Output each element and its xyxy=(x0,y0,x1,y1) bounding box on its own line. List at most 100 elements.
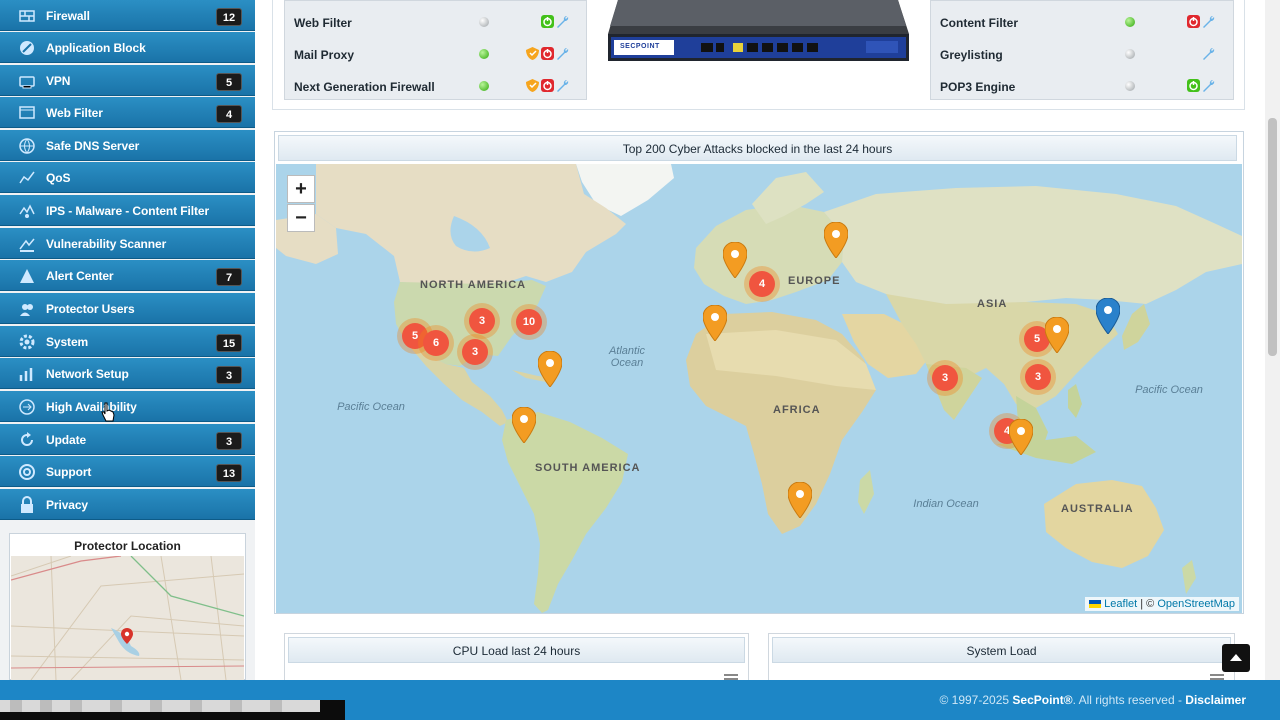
service-row: Web Filter xyxy=(285,4,586,36)
zoom-out-button[interactable]: − xyxy=(287,204,315,232)
device-brand-label: SECPOINT xyxy=(620,43,660,50)
power-off-icon[interactable] xyxy=(541,79,554,92)
sidebar-item-label: Alert Center xyxy=(46,269,114,283)
count-badge: 13 xyxy=(216,464,242,482)
power-on-icon[interactable] xyxy=(1187,79,1200,92)
service-name: Mail Proxy xyxy=(294,48,355,62)
attack-cluster[interactable]: 4 xyxy=(744,266,780,302)
sidebar-item-safe-dns-server[interactable]: Safe DNS Server xyxy=(0,130,255,161)
sidebar-item-application-block[interactable]: Application Block xyxy=(0,32,255,63)
power-off-icon[interactable] xyxy=(541,47,554,60)
wrench-icon[interactable] xyxy=(1202,79,1215,92)
device-image: SECPOINT xyxy=(606,0,911,63)
gear-icon xyxy=(18,333,36,351)
count-badge: 4 xyxy=(216,105,242,123)
wrench-icon[interactable] xyxy=(556,47,569,60)
app-block-icon xyxy=(18,39,36,57)
sidebar-item-label: Firewall xyxy=(46,9,90,23)
service-name: Greylisting xyxy=(940,48,1003,62)
sidebar-item-vpn[interactable]: VPN 5 xyxy=(0,65,255,96)
orange-marker-icon[interactable] xyxy=(788,482,812,518)
openstreetmap-link[interactable]: OpenStreetMap xyxy=(1157,598,1235,610)
sidebar-item-protector-users[interactable]: Protector Users xyxy=(0,293,255,324)
power-on-icon[interactable] xyxy=(541,15,554,28)
sidebar-item-web-filter[interactable]: Web Filter 4 xyxy=(0,97,255,128)
footer-copyright: © 1997-2025 SecPoint®. All rights reserv… xyxy=(939,693,1246,707)
sidebar-item-network-setup[interactable]: Network Setup 3 xyxy=(0,358,255,389)
label-north-america: NORTH AMERICA xyxy=(420,279,527,291)
sidebar-item-system[interactable]: System 15 xyxy=(0,326,255,357)
system-load-title: System Load xyxy=(772,637,1231,663)
attack-cluster[interactable]: 10 xyxy=(511,304,547,340)
sidebar-item-qos[interactable]: QoS xyxy=(0,162,255,193)
web-filter-icon xyxy=(18,104,36,122)
wrench-icon[interactable] xyxy=(556,79,569,92)
vpn-icon xyxy=(18,72,36,90)
scrollbar-thumb[interactable] xyxy=(1268,118,1277,356)
sidebar-item-vulnerability-scanner[interactable]: Vulnerability Scanner xyxy=(0,228,255,259)
count-badge: 3 xyxy=(216,432,242,450)
service-name: Next Generation Firewall xyxy=(294,80,435,94)
system-load-panel: System Load xyxy=(768,633,1235,683)
world-map[interactable]: + − NORTH AMERICA EUROPE ASIA AFRICA SOU… xyxy=(276,164,1242,613)
protector-location-title: Protector Location xyxy=(74,539,181,553)
orange-marker-icon[interactable] xyxy=(538,351,562,387)
wrench-icon[interactable] xyxy=(556,15,569,28)
page-scrollbar[interactable] xyxy=(1265,0,1280,680)
services-table-left: Web Filter Mail Proxy Next Generation Fire… xyxy=(284,0,587,100)
orange-marker-icon[interactable] xyxy=(1045,317,1069,353)
service-row: Next Generation Firewall xyxy=(285,68,586,100)
sidebar-item-alert-center[interactable]: Alert Center 7 xyxy=(0,260,255,291)
sidebar-item-label: System xyxy=(46,335,89,349)
sidebar-item-label: QoS xyxy=(46,171,71,185)
status-indicator-icon xyxy=(479,49,489,59)
protector-location-map[interactable] xyxy=(11,556,244,680)
zoom-in-button[interactable]: + xyxy=(287,175,315,203)
shield-icon[interactable] xyxy=(526,79,539,92)
sidebar-item-label: Network Setup xyxy=(46,367,129,381)
sidebar-item-label: IPS - Malware - Content Filter xyxy=(46,204,210,218)
wrench-icon[interactable] xyxy=(1202,47,1215,60)
map-attribution: Leaflet | © OpenStreetMap xyxy=(1085,597,1239,611)
sidebar-item-support[interactable]: Support 13 xyxy=(0,456,255,487)
cpu-load-panel: CPU Load last 24 hours xyxy=(284,633,749,683)
sidebar-item-privacy[interactable]: Privacy xyxy=(0,489,255,520)
location-pin-icon[interactable] xyxy=(121,628,133,644)
firewall-icon xyxy=(18,7,36,25)
sidebar-item-ips-malware-content-filter[interactable]: IPS - Malware - Content Filter xyxy=(0,195,255,226)
attack-cluster[interactable]: 3 xyxy=(457,334,493,370)
status-indicator-icon xyxy=(1125,17,1135,27)
scanner-icon xyxy=(18,235,36,253)
orange-marker-icon[interactable] xyxy=(1009,419,1033,455)
orange-marker-icon[interactable] xyxy=(512,407,536,443)
sidebar-item-update[interactable]: Update 3 xyxy=(0,424,255,455)
app-root: Firewall 12 Application Block VPN 5 Web Filte… xyxy=(0,0,1280,720)
sidebar-item-label: Vulnerability Scanner xyxy=(46,237,167,251)
cluster-count: 6 xyxy=(423,330,449,356)
leaflet-link[interactable]: Leaflet xyxy=(1104,598,1137,610)
status-indicator-icon xyxy=(1125,49,1135,59)
footer-suffix: . All rights reserved - xyxy=(1072,693,1186,707)
blue-marker-icon[interactable] xyxy=(1096,298,1120,334)
sidebar-item-label: Web Filter xyxy=(46,106,103,120)
attack-cluster[interactable]: 6 xyxy=(418,325,454,361)
attack-cluster[interactable]: 3 xyxy=(927,360,963,396)
label-pacific-ocean-east: Pacific Ocean xyxy=(1135,384,1203,396)
label-south-america: SOUTH AMERICA xyxy=(535,462,641,474)
sidebar-item-firewall[interactable]: Firewall 12 xyxy=(0,0,255,31)
label-africa: AFRICA xyxy=(773,404,821,416)
orange-marker-icon[interactable] xyxy=(723,242,747,278)
power-off-icon[interactable] xyxy=(1187,15,1200,28)
shield-icon[interactable] xyxy=(526,47,539,60)
cyber-attack-map-panel: Top 200 Cyber Attacks blocked in the las… xyxy=(274,131,1244,614)
orange-marker-icon[interactable] xyxy=(824,222,848,258)
disclaimer-link[interactable]: Disclaimer xyxy=(1185,693,1246,707)
attack-cluster[interactable]: 3 xyxy=(1020,359,1056,395)
attack-cluster[interactable]: 3 xyxy=(464,303,500,339)
wrench-icon[interactable] xyxy=(1202,15,1215,28)
sidebar-item-high-availability[interactable]: High Availability xyxy=(0,391,255,422)
cpu-load-title: CPU Load last 24 hours xyxy=(288,637,745,663)
scroll-to-top-button[interactable] xyxy=(1222,644,1250,672)
services-table-right: Content Filter Greylisting POP3 Engine xyxy=(930,0,1234,100)
orange-marker-icon[interactable] xyxy=(703,305,727,341)
